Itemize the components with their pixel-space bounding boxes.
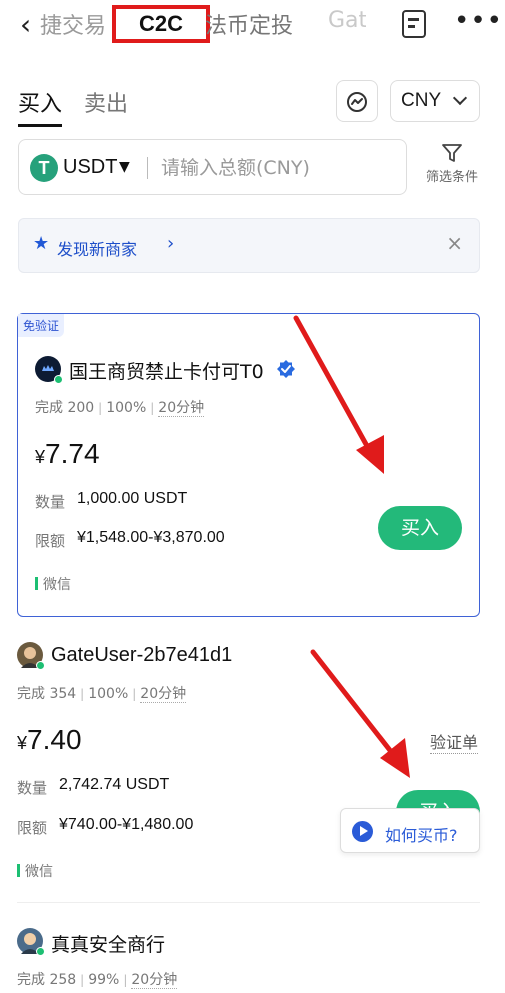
verification-order-link[interactable]: 验证单 [430,729,479,754]
amount-search-box: T USDT ▼ [18,139,407,195]
buy-button[interactable]: 买入 [378,506,462,550]
completed-count: 完成 200 [35,400,95,416]
tab-c2c[interactable]: C2C [112,5,210,43]
funnel-filter-icon [442,144,462,162]
ad-card: GateUser-2b7e41d1 完成 354 | 100% | 20分钟 ¥7.40… [17,630,480,900]
avatar[interactable] [35,356,63,384]
merchant-stats: 完成 258 | 99% | 20分钟 [17,972,178,989]
no-verification-badge: 免验证 [18,314,65,337]
play-icon [352,821,373,842]
merchant-name[interactable]: GateUser-2b7e41d1 [51,644,232,667]
avg-release-time: 20分钟 [158,400,205,417]
how-to-buy-label: 如何买币? [385,826,458,845]
payment-method: 微信 [17,861,53,881]
limit-label: 限额 [35,532,66,550]
merchant-stats: 完成 200 | 100% | 20分钟 [35,400,205,417]
merchant-name[interactable]: 国王商贸禁止卡付可T0 [69,357,264,384]
chevron-right-icon: › [167,233,175,254]
market-chart-button[interactable] [336,80,378,122]
completion-rate: 99% [88,972,120,988]
back-icon[interactable]: ‹ [20,8,31,41]
how-to-buy-button[interactable]: 如何买币? [340,808,480,853]
completed-count: 完成 354 [17,686,77,702]
avg-release-time: 20分钟 [140,686,187,703]
orders-document-icon[interactable] [402,10,426,38]
avatar[interactable] [17,928,45,956]
payment-method: 微信 [35,574,71,594]
quantity-value: 1,000.00 USDT [77,490,188,507]
ad-card: 免验证 国王商贸禁止卡付可T0 完成 200 | 100% | 20分钟 ¥7.74 数… [17,313,480,617]
quantity-label: 数量 [17,779,48,797]
banner-text: 发现新商家 [57,240,138,259]
top-nav-bar: ‹ 捷交易 C2C 法币定投 Gat ••• [0,0,505,48]
total-amount-input[interactable] [161,152,396,184]
filter-button[interactable]: 筛选条件 [420,140,484,192]
avatar[interactable] [17,642,45,670]
limit-value: ¥1,548.00-¥3,870.00 [77,529,225,546]
merchant-stats: 完成 354 | 100% | 20分钟 [17,686,187,703]
tab-overflow[interactable]: Gat [328,8,366,33]
divider [17,902,480,903]
star-icon: ★ [33,233,50,254]
completed-count: 完成 258 [17,972,77,988]
caret-down-icon[interactable]: ▼ [119,159,130,175]
unit-price: ¥7.74 [35,438,100,470]
limit-label: 限额 [17,819,48,837]
avg-release-time: 20分钟 [131,972,178,989]
subtab-sell[interactable]: 卖出 [84,86,128,118]
chevron-down-icon [452,90,468,106]
currency-select[interactable]: CNY [390,80,480,122]
divider [147,157,148,179]
usdt-tether-icon[interactable]: T [30,154,58,182]
discover-merchants-banner[interactable]: ★ 发现新商家 › × [18,218,480,273]
online-indicator [36,947,45,956]
close-icon[interactable]: × [446,231,463,255]
price-value: 7.40 [27,724,82,755]
price-value: 7.74 [45,438,100,469]
unit-price: ¥7.40 [17,724,82,756]
limit-value: ¥740.00-¥1,480.00 [59,816,194,833]
quantity-label: 数量 [35,493,66,511]
filter-label: 筛选条件 [425,170,478,185]
tab-quick-trade[interactable]: 捷交易 [40,8,106,40]
tab-fiat-recurring[interactable]: 法币定投 [205,8,293,40]
trend-chart-icon [347,91,367,112]
subtab-buy[interactable]: 买入 [18,86,63,127]
online-indicator [36,661,45,670]
completion-rate: 100% [106,400,147,416]
online-indicator [54,375,63,384]
quantity-value: 2,742.74 USDT [59,776,170,793]
currency-symbol: ¥ [17,733,28,753]
currency-symbol: ¥ [35,447,46,467]
more-icon[interactable]: ••• [454,6,503,36]
completion-rate: 100% [88,686,129,702]
verified-badge-icon [276,359,296,383]
currency-label: CNY [401,90,442,111]
ad-card: 真真安全商行 完成 258 | 99% | 20分钟 [17,920,480,993]
merchant-name[interactable]: 真真安全商行 [51,930,165,957]
coin-select-label[interactable]: USDT [63,156,117,179]
